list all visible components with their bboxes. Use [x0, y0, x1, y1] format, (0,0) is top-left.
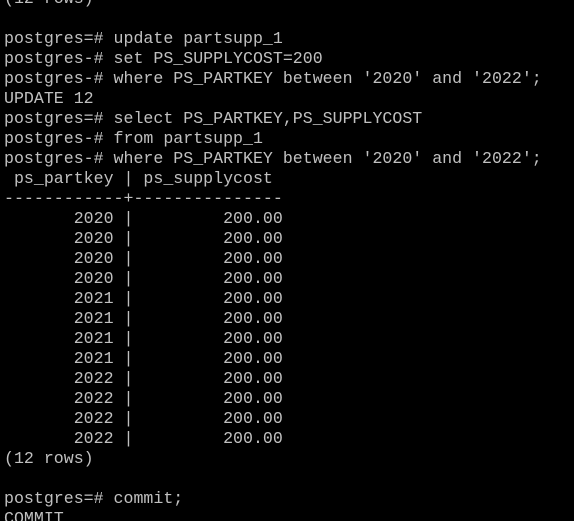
command-line: postgres=# update partsupp_1: [4, 29, 542, 49]
output-line: COMMIT: [4, 509, 542, 521]
ps-supplycost-cell: 200.00: [143, 409, 283, 428]
ps-partkey-cell: 2020: [4, 229, 114, 248]
ps-partkey-cell: 2021: [4, 349, 114, 368]
column-separator: |: [113, 349, 144, 368]
command-line: postgres-# from partsupp_1: [4, 129, 542, 149]
ps-partkey-cell: 2020: [4, 249, 114, 268]
prompt: postgres-#: [4, 69, 104, 88]
ps-supplycost-cell: 200.00: [143, 309, 283, 328]
table-row: 2021 | 200.00: [4, 349, 542, 369]
output-text: COMMIT: [4, 509, 64, 521]
command-text: where PS_PARTKEY between '2020' and '202…: [103, 149, 542, 168]
table-row: 2021 | 200.00: [4, 309, 542, 329]
table-row: 2021 | 200.00: [4, 329, 542, 349]
column-separator: |: [113, 249, 144, 268]
ps-supplycost-cell: 200.00: [143, 249, 283, 268]
output-line: UPDATE 12: [4, 89, 542, 109]
command-text: where PS_PARTKEY between '2020' and '202…: [103, 69, 542, 88]
command-text: select PS_PARTKEY,PS_SUPPLYCOST: [103, 109, 423, 128]
command-line: postgres=# commit;: [4, 489, 542, 509]
output-text: (12 rows): [4, 0, 94, 8]
ps-partkey-cell: 2022: [4, 409, 114, 428]
ps-supplycost-cell: 200.00: [143, 349, 283, 368]
result-header-text: ps_partkey | ps_supplycost: [4, 169, 273, 188]
column-separator: |: [113, 429, 144, 448]
ps-partkey-cell: 2020: [4, 269, 114, 288]
table-row: 2020 | 200.00: [4, 269, 542, 289]
command-text: set PS_SUPPLYCOST=200: [103, 49, 323, 68]
table-row: 2022 | 200.00: [4, 369, 542, 389]
column-separator: |: [113, 289, 144, 308]
result-separator: ------------+---------------: [4, 189, 542, 209]
column-separator: |: [113, 329, 144, 348]
result-separator-text: ------------+---------------: [4, 189, 283, 208]
table-row: 2021 | 200.00: [4, 289, 542, 309]
table-row: 2022 | 200.00: [4, 389, 542, 409]
ps-partkey-cell: 2021: [4, 289, 114, 308]
ps-partkey-cell: 2021: [4, 309, 114, 328]
ps-partkey-cell: 2020: [4, 209, 114, 228]
output-text: UPDATE 12: [4, 89, 94, 108]
column-separator: |: [113, 269, 144, 288]
column-separator: |: [113, 309, 144, 328]
prompt: postgres-#: [4, 129, 104, 148]
column-separator: |: [113, 409, 144, 428]
prompt: postgres=#: [4, 489, 104, 508]
prompt: postgres=#: [4, 109, 104, 128]
ps-partkey-cell: 2022: [4, 369, 114, 388]
ps-supplycost-cell: 200.00: [143, 389, 283, 408]
command-line: postgres-# where PS_PARTKEY between '202…: [4, 149, 542, 169]
command-text: update partsupp_1: [103, 29, 283, 48]
row-count-text: (12 rows): [4, 449, 94, 468]
ps-partkey-cell: 2022: [4, 429, 114, 448]
ps-supplycost-cell: 200.00: [143, 269, 283, 288]
terminal-screen: (12 rows)postgres=# update partsupp_1pos…: [4, 0, 542, 521]
command-line: postgres-# set PS_SUPPLYCOST=200: [4, 49, 542, 69]
table-row: 2022 | 200.00: [4, 409, 542, 429]
ps-supplycost-cell: 200.00: [143, 429, 283, 448]
column-separator: |: [113, 229, 144, 248]
ps-partkey-cell: 2021: [4, 329, 114, 348]
ps-supplycost-cell: 200.00: [143, 369, 283, 388]
prompt: postgres-#: [4, 49, 104, 68]
column-separator: |: [113, 389, 144, 408]
result-header: ps_partkey | ps_supplycost: [4, 169, 542, 189]
ps-partkey-cell: 2022: [4, 389, 114, 408]
table-row: 2022 | 200.00: [4, 429, 542, 449]
command-text: from partsupp_1: [103, 129, 263, 148]
ps-supplycost-cell: 200.00: [143, 289, 283, 308]
table-row: 2020 | 200.00: [4, 229, 542, 249]
ps-supplycost-cell: 200.00: [143, 209, 283, 228]
column-separator: |: [113, 209, 144, 228]
prompt: postgres=#: [4, 29, 104, 48]
column-separator: |: [113, 369, 144, 388]
command-text: commit;: [103, 489, 184, 508]
command-line: postgres-# where PS_PARTKEY between '202…: [4, 69, 542, 89]
table-row: 2020 | 200.00: [4, 209, 542, 229]
terminal-window[interactable]: (12 rows)postgres=# update partsupp_1pos…: [0, 0, 574, 521]
command-line: postgres=# select PS_PARTKEY,PS_SUPPLYCO…: [4, 109, 542, 129]
prompt: postgres-#: [4, 149, 104, 168]
table-row: 2020 | 200.00: [4, 249, 542, 269]
ps-supplycost-cell: 200.00: [143, 329, 283, 348]
ps-supplycost-cell: 200.00: [143, 229, 283, 248]
output-line: (12 rows): [4, 0, 542, 9]
result-footer: (12 rows): [4, 449, 542, 469]
